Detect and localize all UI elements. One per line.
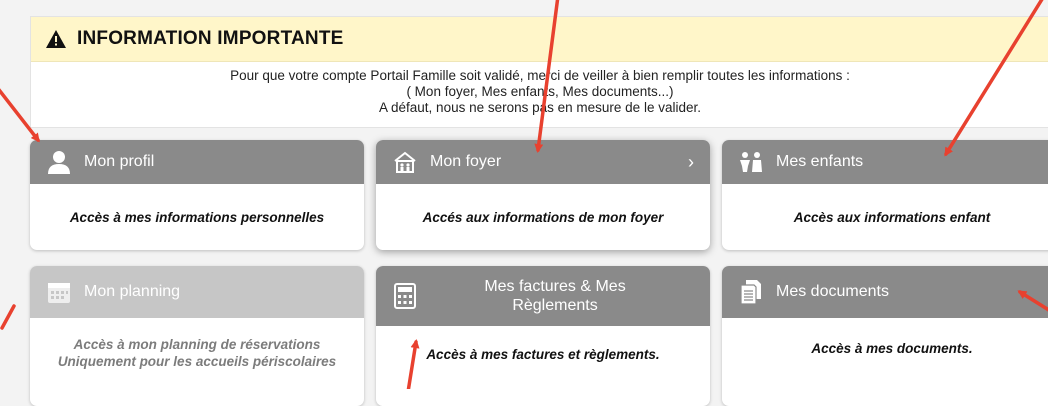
card-header: Mes factures & Mes Règlements — [376, 266, 710, 326]
calculator-icon — [392, 283, 418, 309]
house-icon — [392, 149, 418, 175]
card-title-line-1: Mes factures & Mes — [484, 278, 626, 295]
card-mes-factures[interactable]: Mes factures & Mes Règlements Accès à me… — [376, 266, 710, 406]
card-description: Accès à mes factures et règlements. — [426, 346, 660, 362]
card-mon-profil[interactable]: Mon profil Accès à mes informations pers… — [30, 140, 364, 250]
card-description: Accès à mon planning de réservations Uni… — [30, 318, 364, 388]
banner-line-3: A défaut, nous ne serons pas en mesure d… — [379, 100, 701, 115]
card-header: Mon profil — [30, 140, 364, 184]
banner-title: INFORMATION IMPORTANTE — [77, 28, 344, 49]
card-mes-documents[interactable]: Mes documents Accès à mes documents. — [722, 266, 1048, 406]
calendar-icon — [46, 279, 72, 305]
banner-line-1: Pour que votre compte Portail Famille so… — [230, 68, 850, 83]
card-description: Accès à mes documents. — [811, 340, 973, 356]
card-mon-planning: Mon planning Accès à mon planning de rés… — [30, 266, 364, 406]
card-description-line-2: Uniquement pour les accueils périscolair… — [57, 354, 337, 369]
annotation-arrow-left-edge — [0, 304, 16, 330]
banner-header: INFORMATION IMPORTANTE — [31, 17, 1048, 62]
card-mes-enfants[interactable]: Mes enfants Accès aux informations enfan… — [722, 140, 1048, 250]
card-description: Accés aux informations de mon foyer — [422, 209, 664, 225]
card-description: Accès à mes informations personnelles — [69, 209, 325, 225]
card-description-line-1: Accès à mon planning de réservations — [73, 337, 321, 352]
card-title: Mon planning — [84, 283, 181, 300]
banner-message: Pour que votre compte Portail Famille so… — [31, 62, 1048, 116]
card-title-line-2: Règlements — [512, 297, 598, 314]
card-title: Mes factures & Mes Règlements — [430, 277, 680, 315]
chevron-right-icon: › — [688, 152, 694, 172]
card-title: Mon foyer — [430, 153, 502, 170]
documents-icon — [738, 279, 764, 305]
card-title: Mes enfants — [776, 153, 864, 170]
card-description: Accès aux informations enfant — [793, 209, 991, 225]
card-header: Mes documents — [722, 266, 1048, 318]
banner-line-2: ( Mon foyer, Mes enfants, Mes documents.… — [406, 84, 674, 99]
children-icon — [738, 149, 764, 175]
card-mon-foyer[interactable]: Mon foyer › Accés aux informations de mo… — [376, 140, 710, 250]
user-icon — [46, 149, 72, 175]
important-info-banner: INFORMATION IMPORTANTE Pour que votre co… — [30, 16, 1048, 128]
card-header: Mes enfants — [722, 140, 1048, 184]
warning-icon — [46, 30, 66, 48]
card-header: Mon foyer › — [376, 140, 710, 184]
card-title: Mes documents — [776, 283, 889, 300]
card-title: Mon profil — [84, 153, 155, 170]
card-header: Mon planning — [30, 266, 364, 318]
